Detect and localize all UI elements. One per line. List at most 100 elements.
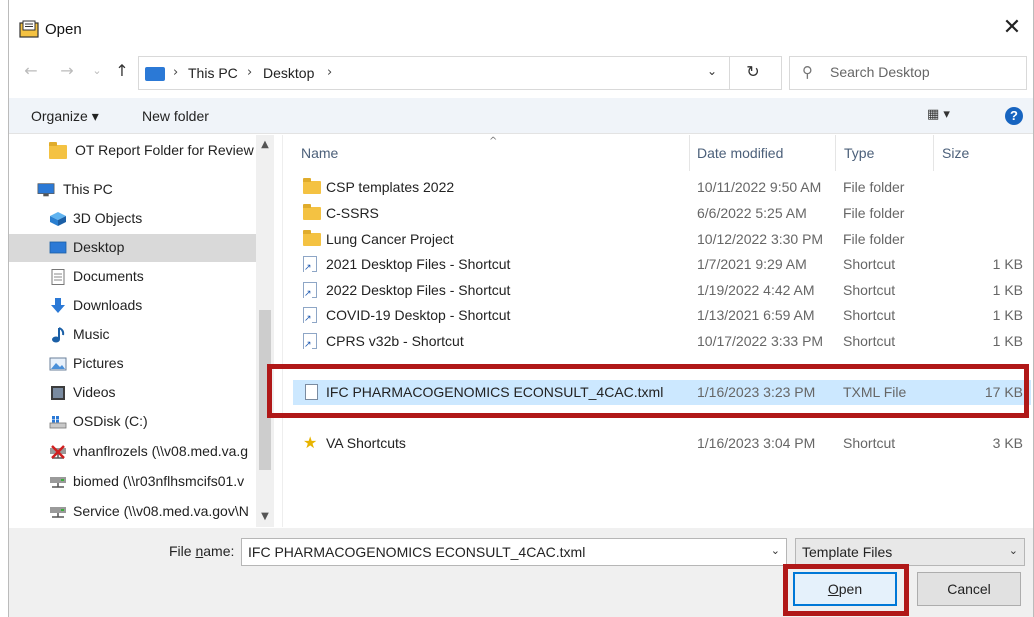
help-icon[interactable]: ? bbox=[1005, 107, 1023, 125]
dialog-title: Open bbox=[45, 21, 82, 38]
file-name: Lung Cancer Project bbox=[326, 231, 454, 247]
command-toolbar: Organize ▾ New folder ▦ ▾ ? bbox=[9, 98, 1033, 134]
file-type-select[interactable]: Template Files ⌄ bbox=[795, 538, 1025, 566]
file-size: 1 KB bbox=[992, 256, 1023, 272]
file-icon bbox=[305, 384, 318, 400]
title-bar: Open ✕ bbox=[9, 8, 1033, 50]
table-row[interactable]: 2021 Desktop Files - Shortcut 1/7/2021 9… bbox=[293, 252, 1031, 277]
file-name: IFC PHARMACOGENOMICS ECONSULT_4CAC.txml bbox=[326, 384, 664, 400]
sidebar-item-desktop[interactable]: Desktop bbox=[9, 234, 256, 262]
file-name-input[interactable]: IFC PHARMACOGENOMICS ECONSULT_4CAC.txml … bbox=[241, 538, 787, 566]
file-name: COVID-19 Desktop - Shortcut bbox=[326, 307, 511, 323]
folder-icon bbox=[49, 142, 67, 159]
address-divider bbox=[729, 57, 730, 89]
sidebar-item-osdisk[interactable]: OSDisk (C:) bbox=[9, 408, 256, 436]
back-arrow-icon[interactable]: ← bbox=[21, 61, 41, 83]
sidebar-item-label: vhanflrozels (\\v08.med.va.g bbox=[73, 443, 249, 459]
scroll-down-icon[interactable]: ▼ bbox=[256, 511, 274, 522]
chevron-down-icon[interactable]: ⌄ bbox=[1009, 544, 1018, 557]
file-date: 1/16/2023 3:04 PM bbox=[697, 435, 816, 451]
column-header-date-modified[interactable]: Date modified bbox=[697, 145, 783, 161]
shortcut-icon bbox=[303, 307, 317, 324]
sidebar-scroll-thumb[interactable] bbox=[259, 310, 271, 470]
this-pc-icon bbox=[145, 67, 165, 81]
open-dialog: Open ✕ ← → ⌄ ↑ › This PC › Desktop › ⌄ ↻… bbox=[8, 0, 1034, 617]
drive-icon bbox=[49, 416, 67, 429]
address-bar[interactable]: › This PC › Desktop › ⌄ ↻ bbox=[138, 56, 782, 90]
recent-locations-chevron-icon[interactable]: ⌄ bbox=[87, 64, 107, 86]
sidebar-item-service[interactable]: Service (\\v08.med.va.gov\N bbox=[9, 498, 256, 526]
file-size: 3 KB bbox=[992, 435, 1023, 451]
file-size: 1 KB bbox=[992, 282, 1023, 298]
column-header-name[interactable]: Name bbox=[301, 145, 338, 161]
column-header-type[interactable]: Type bbox=[844, 145, 874, 161]
column-divider[interactable] bbox=[689, 135, 690, 171]
file-date: 1/13/2021 6:59 AM bbox=[697, 307, 815, 323]
document-icon bbox=[51, 269, 65, 285]
file-type: File folder bbox=[843, 179, 905, 195]
table-row[interactable]: ★ VA Shortcuts 1/16/2023 3:04 PM Shortcu… bbox=[293, 431, 1031, 456]
view-options-icon[interactable]: ▦ ▾ bbox=[927, 107, 950, 122]
file-name: 2021 Desktop Files - Shortcut bbox=[326, 256, 511, 272]
cancel-button[interactable]: Cancel bbox=[917, 572, 1021, 606]
refresh-icon[interactable]: ↻ bbox=[739, 62, 767, 81]
sidebar-item-biomed[interactable]: biomed (\\r03nflhsmcifs01.v bbox=[9, 468, 256, 496]
file-name: CPRS v32b - Shortcut bbox=[326, 333, 464, 349]
sidebar-item-label: OT Report Folder for Review bbox=[75, 142, 254, 158]
table-row[interactable]: C-SSRS 6/6/2022 5:25 AM File folder bbox=[293, 201, 1031, 226]
column-divider[interactable] bbox=[933, 135, 934, 171]
column-divider[interactable] bbox=[835, 135, 836, 171]
navigation-bar: ← → ⌄ ↑ › This PC › Desktop › ⌄ ↻ ⚲ bbox=[9, 52, 1033, 92]
sidebar-item-label: Documents bbox=[73, 268, 144, 284]
close-icon[interactable]: ✕ bbox=[997, 14, 1027, 44]
cube-icon bbox=[50, 212, 66, 226]
sidebar-scrollbar[interactable]: ▲ ▼ bbox=[256, 135, 274, 527]
up-arrow-icon[interactable]: ↑ bbox=[112, 61, 132, 83]
open-button[interactable]: Open bbox=[793, 572, 897, 606]
sidebar-item-vhanflrozels[interactable]: vhanflrozels (\\v08.med.va.g bbox=[9, 438, 256, 466]
file-type: Shortcut bbox=[843, 256, 896, 272]
network-drive-disconnected-icon bbox=[50, 445, 66, 459]
breadcrumb-separator[interactable]: › bbox=[173, 65, 178, 80]
table-row[interactable]: 2022 Desktop Files - Shortcut 1/19/2022 … bbox=[293, 278, 1031, 303]
file-size: 17 KB bbox=[984, 384, 1023, 400]
breadcrumb-separator[interactable]: › bbox=[327, 65, 332, 80]
forward-arrow-icon[interactable]: → bbox=[57, 61, 77, 83]
sidebar-item-videos[interactable]: Videos bbox=[9, 379, 256, 407]
chevron-down-icon[interactable]: ⌄ bbox=[771, 544, 780, 557]
network-drive-icon bbox=[50, 477, 66, 488]
file-type: File folder bbox=[843, 205, 905, 221]
sidebar-item-3d-objects[interactable]: 3D Objects bbox=[9, 205, 256, 233]
table-row[interactable]: COVID-19 Desktop - Shortcut 1/13/2021 6:… bbox=[293, 303, 1031, 328]
breadcrumb-desktop[interactable]: Desktop bbox=[263, 65, 314, 81]
sidebar-item-downloads[interactable]: Downloads bbox=[9, 292, 256, 320]
sidebar-item-this-pc[interactable]: This PC bbox=[9, 176, 256, 204]
sort-ascending-icon: ^ bbox=[489, 136, 498, 147]
file-name: 2022 Desktop Files - Shortcut bbox=[326, 282, 511, 298]
table-row[interactable]: CPRS v32b - Shortcut 10/17/2022 3:33 PM … bbox=[293, 329, 1031, 354]
search-input[interactable] bbox=[830, 64, 1020, 80]
table-row[interactable]: CSP templates 2022 10/11/2022 9:50 AM Fi… bbox=[293, 175, 1031, 200]
file-name: VA Shortcuts bbox=[326, 435, 406, 451]
sidebar-item-label: OSDisk (C:) bbox=[73, 413, 148, 429]
file-name-value: IFC PHARMACOGENOMICS ECONSULT_4CAC.txml bbox=[248, 544, 586, 560]
scroll-up-icon[interactable]: ▲ bbox=[256, 139, 274, 150]
column-header-size[interactable]: Size bbox=[942, 145, 969, 161]
shortcut-icon bbox=[303, 333, 317, 350]
organize-button[interactable]: Organize ▾ bbox=[31, 108, 99, 125]
file-type: Shortcut bbox=[843, 307, 896, 323]
search-box[interactable]: ⚲ bbox=[789, 56, 1027, 90]
video-icon bbox=[51, 386, 65, 400]
sidebar-item-pictures[interactable]: Pictures bbox=[9, 350, 256, 378]
new-folder-button[interactable]: New folder bbox=[142, 108, 209, 124]
table-row[interactable]: Lung Cancer Project 10/12/2022 3:30 PM F… bbox=[293, 227, 1031, 252]
sidebar-item-music[interactable]: Music bbox=[9, 321, 256, 349]
sidebar-item-documents[interactable]: Documents bbox=[9, 263, 256, 291]
breadcrumb-separator[interactable]: › bbox=[247, 65, 252, 80]
folder-icon bbox=[303, 204, 321, 220]
breadcrumb-this-pc[interactable]: This PC bbox=[188, 65, 238, 81]
address-dropdown-chevron-icon[interactable]: ⌄ bbox=[702, 64, 722, 78]
table-row-selected[interactable]: IFC PHARMACOGENOMICS ECONSULT_4CAC.txml … bbox=[293, 380, 1031, 405]
shortcut-icon bbox=[303, 282, 317, 299]
sidebar-item-ot-report-folder[interactable]: OT Report Folder for Review bbox=[9, 137, 256, 165]
